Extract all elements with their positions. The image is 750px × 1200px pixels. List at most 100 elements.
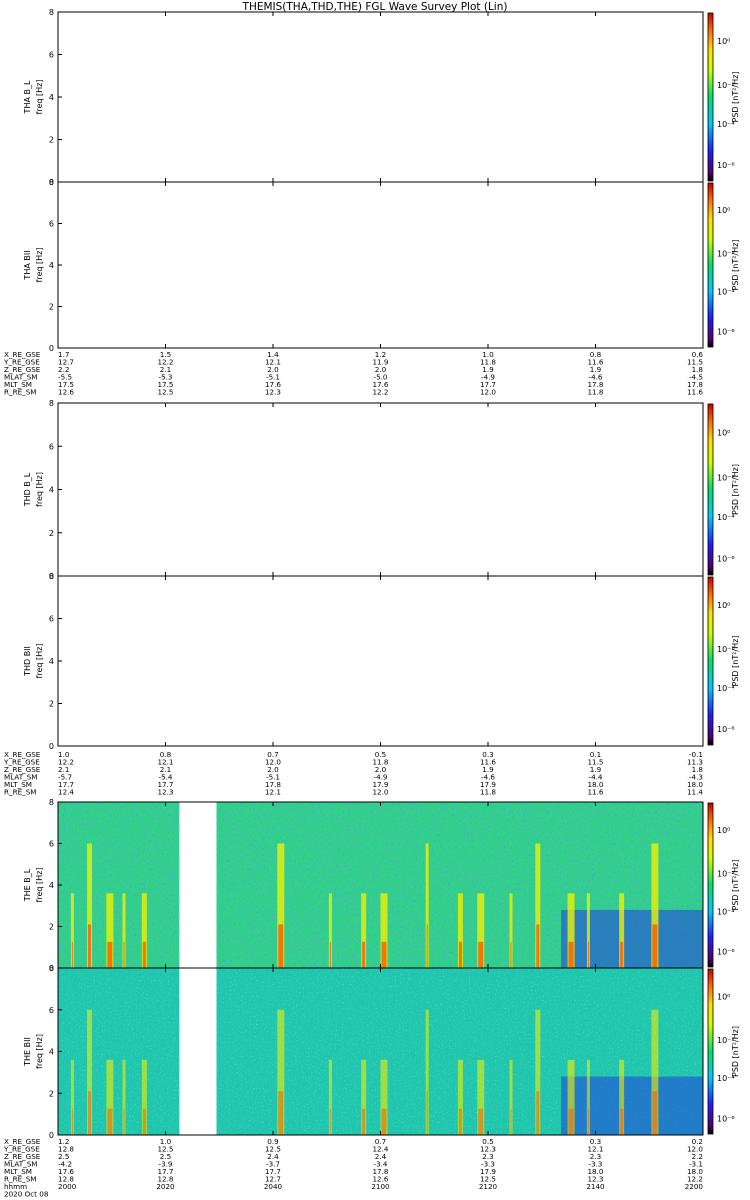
wave-burst-core — [278, 924, 284, 968]
y-tick-label: 6 — [49, 840, 54, 849]
y-tick-label: 6 — [49, 51, 54, 60]
panel-frame — [57, 11, 704, 183]
wave-burst-core — [142, 1108, 146, 1135]
wave-burst-core — [123, 1108, 125, 1135]
panel-thd-bl: 02468THD B_L freq [Hz]10⁰10⁻²10⁻⁴10⁻⁶PSD … — [23, 399, 740, 581]
colorbar-tick-label: 10⁻⁶ — [717, 555, 735, 564]
wave-burst-core — [381, 1108, 387, 1135]
orbit-value: 2200 — [685, 1182, 704, 1191]
wave-burst-core — [71, 1108, 73, 1135]
colorbar-label: PSD [nT²/Hz] — [731, 1026, 740, 1077]
colorbar — [707, 403, 714, 576]
wave-burst-core — [362, 1108, 366, 1135]
y-tick-label: 0 — [49, 1131, 54, 1140]
orbit-value: 2040 — [264, 1182, 283, 1191]
y-tick-label: 2 — [49, 136, 54, 145]
colorbar-tick-label: 10⁰ — [717, 826, 730, 835]
wave-burst-core — [381, 941, 387, 968]
low-psd-region — [561, 909, 703, 968]
colorbar-tick-label: 10⁰ — [717, 37, 730, 46]
colorbar-label: PSD [nT²/Hz] — [731, 636, 740, 687]
panel-ylabel: THA BII — [23, 250, 32, 280]
orbit-value: 12.0 — [372, 788, 388, 797]
y-tick-label: 8 — [49, 8, 54, 17]
y-tick-label: 8 — [49, 399, 54, 408]
orbit-row-label: R_RE_SM — [4, 788, 36, 797]
wave-burst-core — [107, 1108, 113, 1135]
wave-survey-plot: THEMIS(THA,THD,THE) FGL Wave Survey Plot… — [3, 1, 740, 1199]
panel-ylabel: THE B_L — [23, 868, 32, 902]
y-tick-label: 2 — [49, 923, 54, 932]
orbit-value: 12.1 — [265, 788, 281, 797]
colorbar-label: PSD [nT²/Hz] — [731, 860, 740, 911]
y-tick-label: 6 — [49, 220, 54, 229]
panel-ylabel: THD B_L — [23, 472, 32, 507]
wave-burst-core — [88, 924, 92, 968]
colorbar-label: PSD [nT²/Hz] — [731, 72, 740, 123]
wave-burst-core — [458, 1108, 462, 1135]
panel-ylabel: THA B_L — [23, 80, 32, 114]
wave-burst-core — [510, 1108, 512, 1135]
panel-thd-bii: 02468THD BII freq [Hz]10⁰10⁻²10⁻⁴10⁻⁶PSD … — [23, 572, 740, 751]
low-psd-region — [561, 1076, 703, 1135]
y-tick-label: 8 — [49, 572, 54, 581]
panel-tha-bl: 02468THA B_L freq [Hz]10⁰10⁻²10⁻⁴10⁻⁶PSD … — [23, 8, 740, 187]
wave-burst-core — [329, 941, 331, 968]
wave-burst-core — [478, 1108, 484, 1135]
panel-yunit: freq [Hz] — [35, 472, 44, 507]
panel-frame — [57, 575, 704, 747]
wave-burst-core — [620, 941, 624, 968]
colorbar — [707, 802, 714, 968]
colorbar — [707, 182, 714, 348]
wave-burst-core — [587, 1108, 589, 1135]
y-tick-label: 8 — [49, 178, 54, 187]
wave-burst-core — [362, 941, 366, 968]
wave-burst-core — [107, 941, 113, 968]
colorbar — [707, 576, 714, 746]
orbit-value: 2000 — [58, 1182, 77, 1191]
wave-burst-core — [568, 941, 574, 968]
orbit-value: 11.8 — [480, 788, 496, 797]
colorbar-tick-label: 10⁻⁶ — [717, 1114, 735, 1123]
orbit-value: 12.2 — [372, 388, 388, 397]
colorbar-tick-label: 10⁻⁶ — [717, 947, 735, 956]
panel-the-bii: 02468THE BII freq [Hz]10⁰10⁻²10⁻⁴10⁻⁶PSD … — [23, 964, 740, 1140]
colorbar-tick-label: 10⁰ — [717, 428, 730, 437]
orbit-row-label: 2020 Oct 08 — [4, 1190, 49, 1199]
panel-the-bl: 02468THE B_L freq [Hz]10⁰10⁻²10⁻⁴10⁻⁶PSD … — [23, 798, 740, 973]
y-tick-label: 2 — [49, 303, 54, 312]
data-gap — [179, 802, 217, 968]
wave-burst-core — [458, 941, 462, 968]
orbit-block-the: X_RE_GSEY_RE_GSEZ_RE_GSEMLAT_SMMLT_SMR_R… — [3, 1137, 703, 1199]
panel-ylabel: THD BII — [23, 646, 32, 677]
y-tick-label: 8 — [49, 964, 54, 973]
y-tick-label: 6 — [49, 1006, 54, 1015]
y-tick-label: 4 — [49, 93, 54, 102]
orbit-value: 2120 — [479, 1182, 498, 1191]
orbit-value: 11.8 — [587, 388, 603, 397]
wave-burst-core — [652, 924, 658, 968]
orbit-block-tha: X_RE_GSEY_RE_GSEZ_RE_GSEMLAT_SMMLT_SMR_R… — [3, 350, 703, 397]
colorbar-tick-label: 10⁰ — [717, 601, 730, 610]
y-tick-label: 4 — [49, 261, 54, 270]
colorbar-tick-label: 10⁻⁶ — [717, 725, 735, 734]
wave-burst-core — [620, 1108, 624, 1135]
y-tick-label: 2 — [49, 1089, 54, 1098]
orbit-value: 12.3 — [157, 788, 173, 797]
wave-burst-core — [88, 1091, 92, 1135]
wave-burst-core — [71, 941, 73, 968]
panel-frame — [57, 402, 704, 577]
y-tick-label: 2 — [49, 700, 54, 709]
orbit-row-label: R_RE_SM — [4, 388, 36, 397]
y-tick-label: 0 — [49, 742, 54, 751]
wave-burst-core — [536, 1091, 540, 1135]
orbit-value: 2100 — [371, 1182, 390, 1191]
y-tick-label: 4 — [49, 657, 54, 666]
panel-ylabel: THE BII — [23, 1037, 32, 1067]
panel-frame — [57, 181, 704, 349]
wave-burst-core — [329, 1108, 331, 1135]
plot-title: THEMIS(THA,THD,THE) FGL Wave Survey Plot… — [242, 1, 508, 13]
panel-yunit: freq [Hz] — [35, 1034, 44, 1069]
panel-yunit: freq [Hz] — [35, 868, 44, 903]
panel-yunit: freq [Hz] — [35, 80, 44, 115]
